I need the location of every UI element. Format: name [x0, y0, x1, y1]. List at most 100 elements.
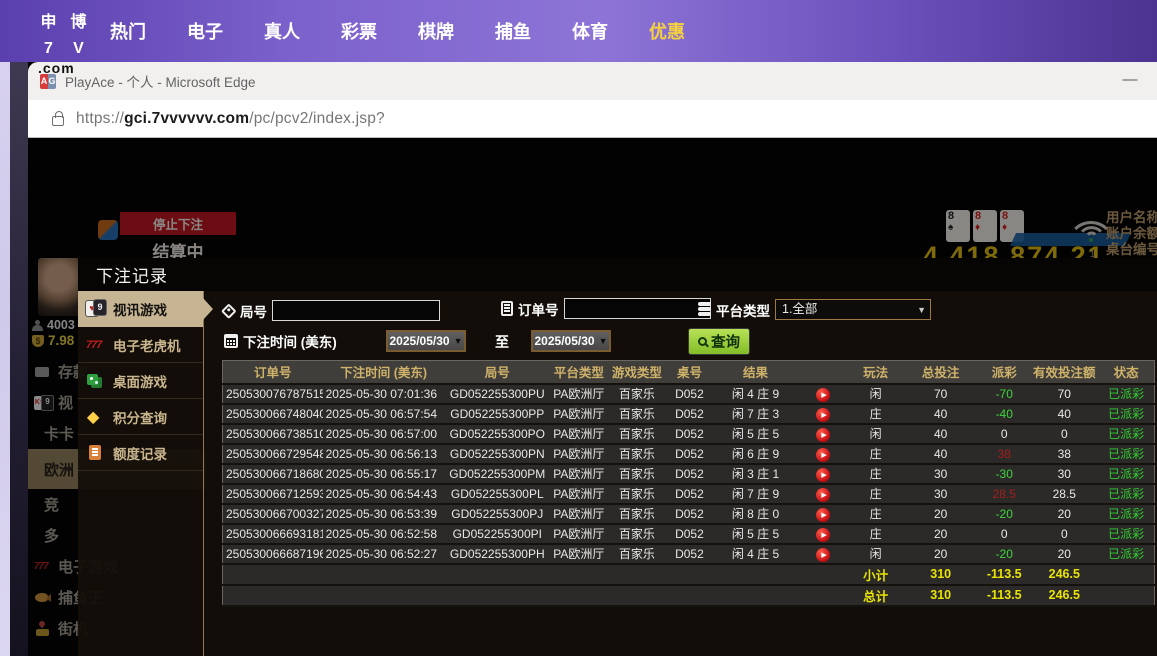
time-cell: 2025-05-30 06:54:43 [323, 484, 445, 504]
date-to-picker[interactable]: 2025/05/30 ▼ [531, 330, 611, 352]
round-cell: GD052255300PH [445, 544, 550, 564]
order-input[interactable] [564, 298, 711, 319]
modal-content: 局号 订单号 平台类型 1.全部 [222, 291, 1155, 656]
play-icon[interactable]: ▶ [816, 528, 830, 542]
modal-titlebar: 下注记录 [78, 258, 1157, 291]
platform-cell: PA欧洲厅 [550, 384, 608, 404]
valid-bet-cell: 30 [1030, 464, 1098, 484]
table-row: 250530066712593 2025-05-30 06:54:43 GD05… [223, 484, 1155, 504]
total-payout: -113.5 [978, 585, 1030, 606]
nav-item[interactable]: 热门 [110, 18, 146, 44]
round-cell: GD052255300PP [445, 404, 550, 424]
table-no-cell: D052 [666, 524, 713, 544]
table-no-cell: D052 [666, 444, 713, 464]
nav-item[interactable]: 彩票 [341, 18, 377, 44]
play-type-cell: 闲 [848, 544, 903, 564]
table-header-cell: 桌号 [666, 361, 713, 384]
table-no-cell: D052 [666, 404, 713, 424]
replay-cell: ▶ [798, 384, 848, 404]
order-cell: 250530066700327 [223, 504, 323, 524]
clipboard-icon [501, 301, 513, 316]
order-cell: 250530066693181 [223, 524, 323, 544]
nav-item[interactable]: 体育 [572, 18, 608, 44]
play-icon[interactable]: ▶ [816, 428, 830, 442]
search-button[interactable]: 查询 [688, 328, 750, 355]
menu-item-icon [86, 372, 106, 389]
game-cell: 百家乐 [608, 404, 666, 424]
platform-cell: PA欧洲厅 [550, 464, 608, 484]
play-icon[interactable]: ▶ [816, 468, 830, 482]
modal-menu-item[interactable]: 积分查询 [78, 399, 203, 435]
order-cell: 250530066718680 [223, 464, 323, 484]
payout-cell: 38 [978, 444, 1030, 464]
logo-tile: V [65, 36, 92, 62]
valid-bet-cell: 28.5 [1030, 484, 1098, 504]
table-row: 250530066700327 2025-05-30 06:53:39 GD05… [223, 504, 1155, 524]
total-row: 总计 310 -113.5 246.5 [223, 585, 1155, 606]
valid-bet-cell: 40 [1030, 404, 1098, 424]
status-cell: 已派彩 [1098, 504, 1154, 524]
status-cell: 已派彩 [1098, 404, 1154, 424]
bet-records-table: 订单号下注时间 (美东)局号平台类型游戏类型桌号结果玩法总投注派彩有效投注额状态… [222, 360, 1155, 607]
play-icon[interactable]: ▶ [816, 388, 830, 402]
table-header-cell: 总投注 [903, 361, 978, 384]
modal-menu-item[interactable]: 电子老虎机 [78, 327, 203, 363]
play-icon[interactable]: ▶ [816, 408, 830, 422]
play-type-cell: 庄 [848, 464, 903, 484]
minimize-button[interactable]: — [1119, 70, 1141, 92]
date-from-picker[interactable]: 2025/05/30 ▼ [386, 330, 466, 352]
table-no-cell: D052 [666, 464, 713, 484]
subtotal-bet: 310 [903, 564, 978, 585]
status-cell: 已派彩 [1098, 424, 1154, 444]
round-cell: GD052255300PN [445, 444, 550, 464]
nav-item[interactable]: 真人 [264, 18, 300, 44]
browser-urlbar[interactable]: https://gci.7vvvvvv.com/pc/pcv2/index.js… [28, 100, 1157, 138]
chevron-down-icon: ▼ [599, 336, 608, 346]
result-cell: 闲 5 庄 5 [713, 424, 798, 444]
status-cell: 已派彩 [1098, 444, 1154, 464]
total-bet: 310 [903, 585, 978, 606]
modal-menu-item[interactable]: 桌面游戏 [78, 363, 203, 399]
valid-bet-cell: 20 [1030, 544, 1098, 564]
time-cell: 2025-05-30 06:56:13 [323, 444, 445, 464]
platform-cell: PA欧洲厅 [550, 444, 608, 464]
table-header-cell: 派彩 [978, 361, 1030, 384]
nav-item[interactable]: 捕鱼 [495, 18, 531, 44]
valid-bet-cell: 70 [1030, 384, 1098, 404]
platform-cell: PA欧洲厅 [550, 524, 608, 544]
table-header-cell: 结果 [713, 361, 798, 384]
modal-menu-item[interactable]: 视讯游戏 [78, 291, 203, 327]
table-header-cell: 状态 [1098, 361, 1154, 384]
table-no-cell: D052 [666, 544, 713, 564]
play-icon[interactable]: ▶ [816, 448, 830, 462]
game-cell: 百家乐 [608, 484, 666, 504]
table-header-cell: 局号 [445, 361, 550, 384]
total-bet-cell: 40 [903, 444, 978, 464]
window-title: PlayAce - 个人 - Microsoft Edge [65, 71, 256, 91]
site-logo[interactable]: 申博7V .com [35, 7, 93, 62]
table-row: 250530066687196 2025-05-30 06:52:27 GD05… [223, 544, 1155, 564]
chevron-down-icon: ▼ [917, 301, 926, 320]
platform-cell: PA欧洲厅 [550, 544, 608, 564]
platform-select[interactable]: 1.全部 ▼ [775, 299, 931, 320]
round-cell: GD052255300PL [445, 484, 550, 504]
nav-item[interactable]: 电子 [187, 18, 223, 44]
nav-item[interactable]: 棋牌 [418, 18, 454, 44]
game-cell: 百家乐 [608, 544, 666, 564]
platform-label: 平台类型 [716, 300, 770, 320]
play-icon[interactable]: ▶ [816, 508, 830, 522]
total-label: 总计 [848, 585, 903, 606]
search-icon [698, 337, 707, 346]
url-text[interactable]: https://gci.7vvvvvv.com/pc/pcv2/index.js… [76, 110, 385, 128]
browser-titlebar[interactable]: AG PlayAce - 个人 - Microsoft Edge — [28, 62, 1157, 100]
tag-icon [221, 303, 237, 319]
order-cell: 250530066729548 [223, 444, 323, 464]
round-input[interactable] [272, 300, 440, 321]
modal-menu-item[interactable]: 额度记录 [78, 435, 203, 471]
payout-cell: -30 [978, 464, 1030, 484]
play-icon[interactable]: ▶ [816, 548, 830, 562]
game-cell: 百家乐 [608, 444, 666, 464]
play-icon[interactable]: ▶ [816, 488, 830, 502]
platform-cell: PA欧洲厅 [550, 504, 608, 524]
nav-item[interactable]: 优惠 [649, 18, 685, 44]
